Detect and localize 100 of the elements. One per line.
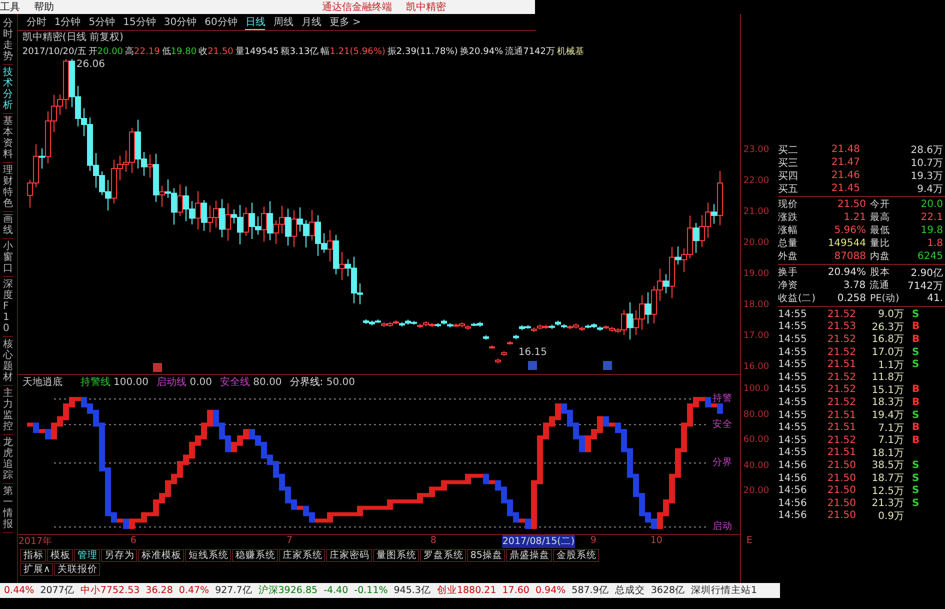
- period-tab[interactable]: 日线: [245, 14, 266, 30]
- tick-volume: 17.0万: [870, 346, 904, 360]
- status-item: 沪深3926.85: [258, 584, 318, 597]
- side-tab[interactable]: 第一情报: [3, 486, 13, 533]
- quote-label: 最高: [870, 211, 891, 224]
- quote-date: 2017/10/20/五: [22, 46, 86, 59]
- quote-label: 内盘: [870, 250, 891, 263]
- menu-item[interactable]: 帮助: [34, 0, 54, 14]
- tick-time: 14:55: [778, 434, 808, 446]
- period-tab[interactable]: 周线: [273, 15, 294, 29]
- bottom-tab[interactable]: 模板: [47, 548, 74, 562]
- side-tab[interactable]: 基本资料: [3, 116, 13, 163]
- tick-volume: 11.8万: [870, 371, 904, 384]
- bottom-tab[interactable]: 85操盘: [467, 548, 506, 562]
- menu-item[interactable]: 工具: [0, 0, 20, 14]
- order-label: 买三: [778, 156, 799, 170]
- tick-price: 21.53: [826, 321, 856, 332]
- bottom-tab[interactable]: 稳赚系统: [232, 548, 278, 562]
- price-tick-label: 21.00: [743, 207, 770, 217]
- status-item: 总成交: [614, 584, 645, 597]
- order-label: 买四: [778, 170, 799, 182]
- quote-item: 开20.00: [88, 46, 124, 59]
- trade-side-label: S: [912, 485, 920, 496]
- quote-label: 现价: [778, 198, 799, 211]
- period-tab[interactable]: 15分钟: [123, 15, 156, 29]
- tick-price: 21.51: [826, 422, 856, 434]
- period-tab[interactable]: 5分钟: [88, 15, 116, 29]
- candlestick: [489, 344, 496, 350]
- trade-side-label: B: [912, 422, 920, 434]
- bottom-tab[interactable]: 另存为: [101, 548, 138, 562]
- tick-time: 14:55: [778, 447, 808, 458]
- extra-tab[interactable]: 关联报价: [54, 562, 100, 576]
- bottom-tab[interactable]: 罗盘系统: [420, 548, 466, 562]
- quote-item: 高22.19: [125, 46, 160, 59]
- side-tab[interactable]: 理财特色: [3, 165, 13, 212]
- price-tick-label: 18.00: [743, 300, 770, 310]
- quote-label: 收益(二): [778, 292, 816, 305]
- quote-value: 19.8: [920, 225, 944, 236]
- side-tab[interactable]: 画线: [3, 214, 13, 239]
- tick-time: 14:56: [778, 472, 808, 484]
- tick-price: 21.52: [826, 334, 856, 345]
- order-volume: 9.4万: [916, 182, 944, 196]
- quote-value: 6245: [916, 251, 944, 262]
- status-item: -4.40: [324, 585, 348, 596]
- price-tick-label: 16.00: [743, 362, 770, 372]
- date-label: 6: [130, 535, 136, 546]
- bottom-tab[interactable]: 庄家系统: [279, 548, 326, 562]
- bottom-tab[interactable]: 指标: [20, 548, 46, 562]
- quote-value: 0.258: [836, 293, 866, 304]
- side-tab[interactable]: 小窗口: [3, 241, 13, 277]
- bottom-tab[interactable]: 庄家密码: [326, 548, 372, 562]
- period-tab[interactable]: 60分钟: [204, 15, 238, 29]
- status-item: 0.47%: [178, 585, 210, 596]
- tick-price: 21.51: [826, 359, 856, 370]
- tick-price: 21.50: [826, 510, 856, 522]
- period-tab[interactable]: 30分钟: [164, 15, 197, 29]
- quote-label: 涨跌: [778, 211, 799, 224]
- side-tab[interactable]: 深度F10: [3, 279, 13, 337]
- period-tab[interactable]: 1分钟: [54, 15, 81, 29]
- period-tab[interactable]: 分时: [26, 15, 46, 29]
- indicator-line-value: 启动线 0.00: [156, 376, 212, 389]
- tick-volume: 0.9万: [877, 510, 904, 523]
- bottom-tab[interactable]: 管理: [74, 548, 100, 562]
- indicator-line-value: 安全线 80.00: [220, 376, 282, 389]
- quote-value: 1.21: [842, 212, 866, 223]
- quote-value: 1.8: [926, 238, 944, 249]
- price-tick-label: 23.00: [743, 145, 770, 155]
- status-item: 0.94%: [535, 585, 566, 596]
- bottom-tab[interactable]: 量图系统: [373, 548, 420, 562]
- side-tab[interactable]: 技术分析: [3, 67, 13, 114]
- date-label: 2017年: [18, 535, 53, 548]
- bottom-tab[interactable]: 标准模板: [138, 548, 184, 562]
- candlestick: [483, 334, 490, 340]
- quote-value: 22.1: [920, 212, 944, 223]
- order-volume: 10.7万: [910, 156, 944, 170]
- trade-side-label: B: [912, 396, 920, 408]
- extra-tab[interactable]: 扩展∧: [20, 562, 54, 576]
- side-tab[interactable]: 主力监控: [3, 388, 13, 435]
- side-tab[interactable]: 分时走势: [3, 18, 13, 65]
- status-item: 927.7亿: [215, 584, 252, 597]
- status-item: 17.60: [502, 585, 530, 596]
- side-tab[interactable]: 核心题材: [3, 339, 13, 386]
- quote-value: 21.50: [836, 199, 866, 210]
- trade-side-label: B: [912, 334, 920, 345]
- side-tab[interactable]: 龙虎追踪: [3, 437, 13, 484]
- app-title: 通达信金融终端: [322, 0, 392, 14]
- bottom-tab[interactable]: 短线系统: [185, 548, 232, 562]
- bottom-tab[interactable]: 鼎盛操盘: [506, 548, 552, 562]
- period-tab[interactable]: 更多 >: [329, 15, 361, 29]
- date-label: 8: [430, 535, 436, 546]
- period-tab[interactable]: 月线: [301, 15, 322, 29]
- tick-price: 21.52: [826, 346, 856, 358]
- tick-volume: 18.1万: [870, 446, 904, 460]
- status-item: 0.44%: [4, 585, 34, 596]
- order-price: 21.46: [830, 170, 860, 181]
- trade-side-label: B: [912, 384, 920, 396]
- tick-price: 21.51: [826, 447, 856, 458]
- bottom-tab[interactable]: 金股系统: [553, 548, 600, 562]
- quote-item: 振2.39(11.78%): [387, 46, 458, 59]
- tick-volume: 38.5万: [870, 459, 904, 472]
